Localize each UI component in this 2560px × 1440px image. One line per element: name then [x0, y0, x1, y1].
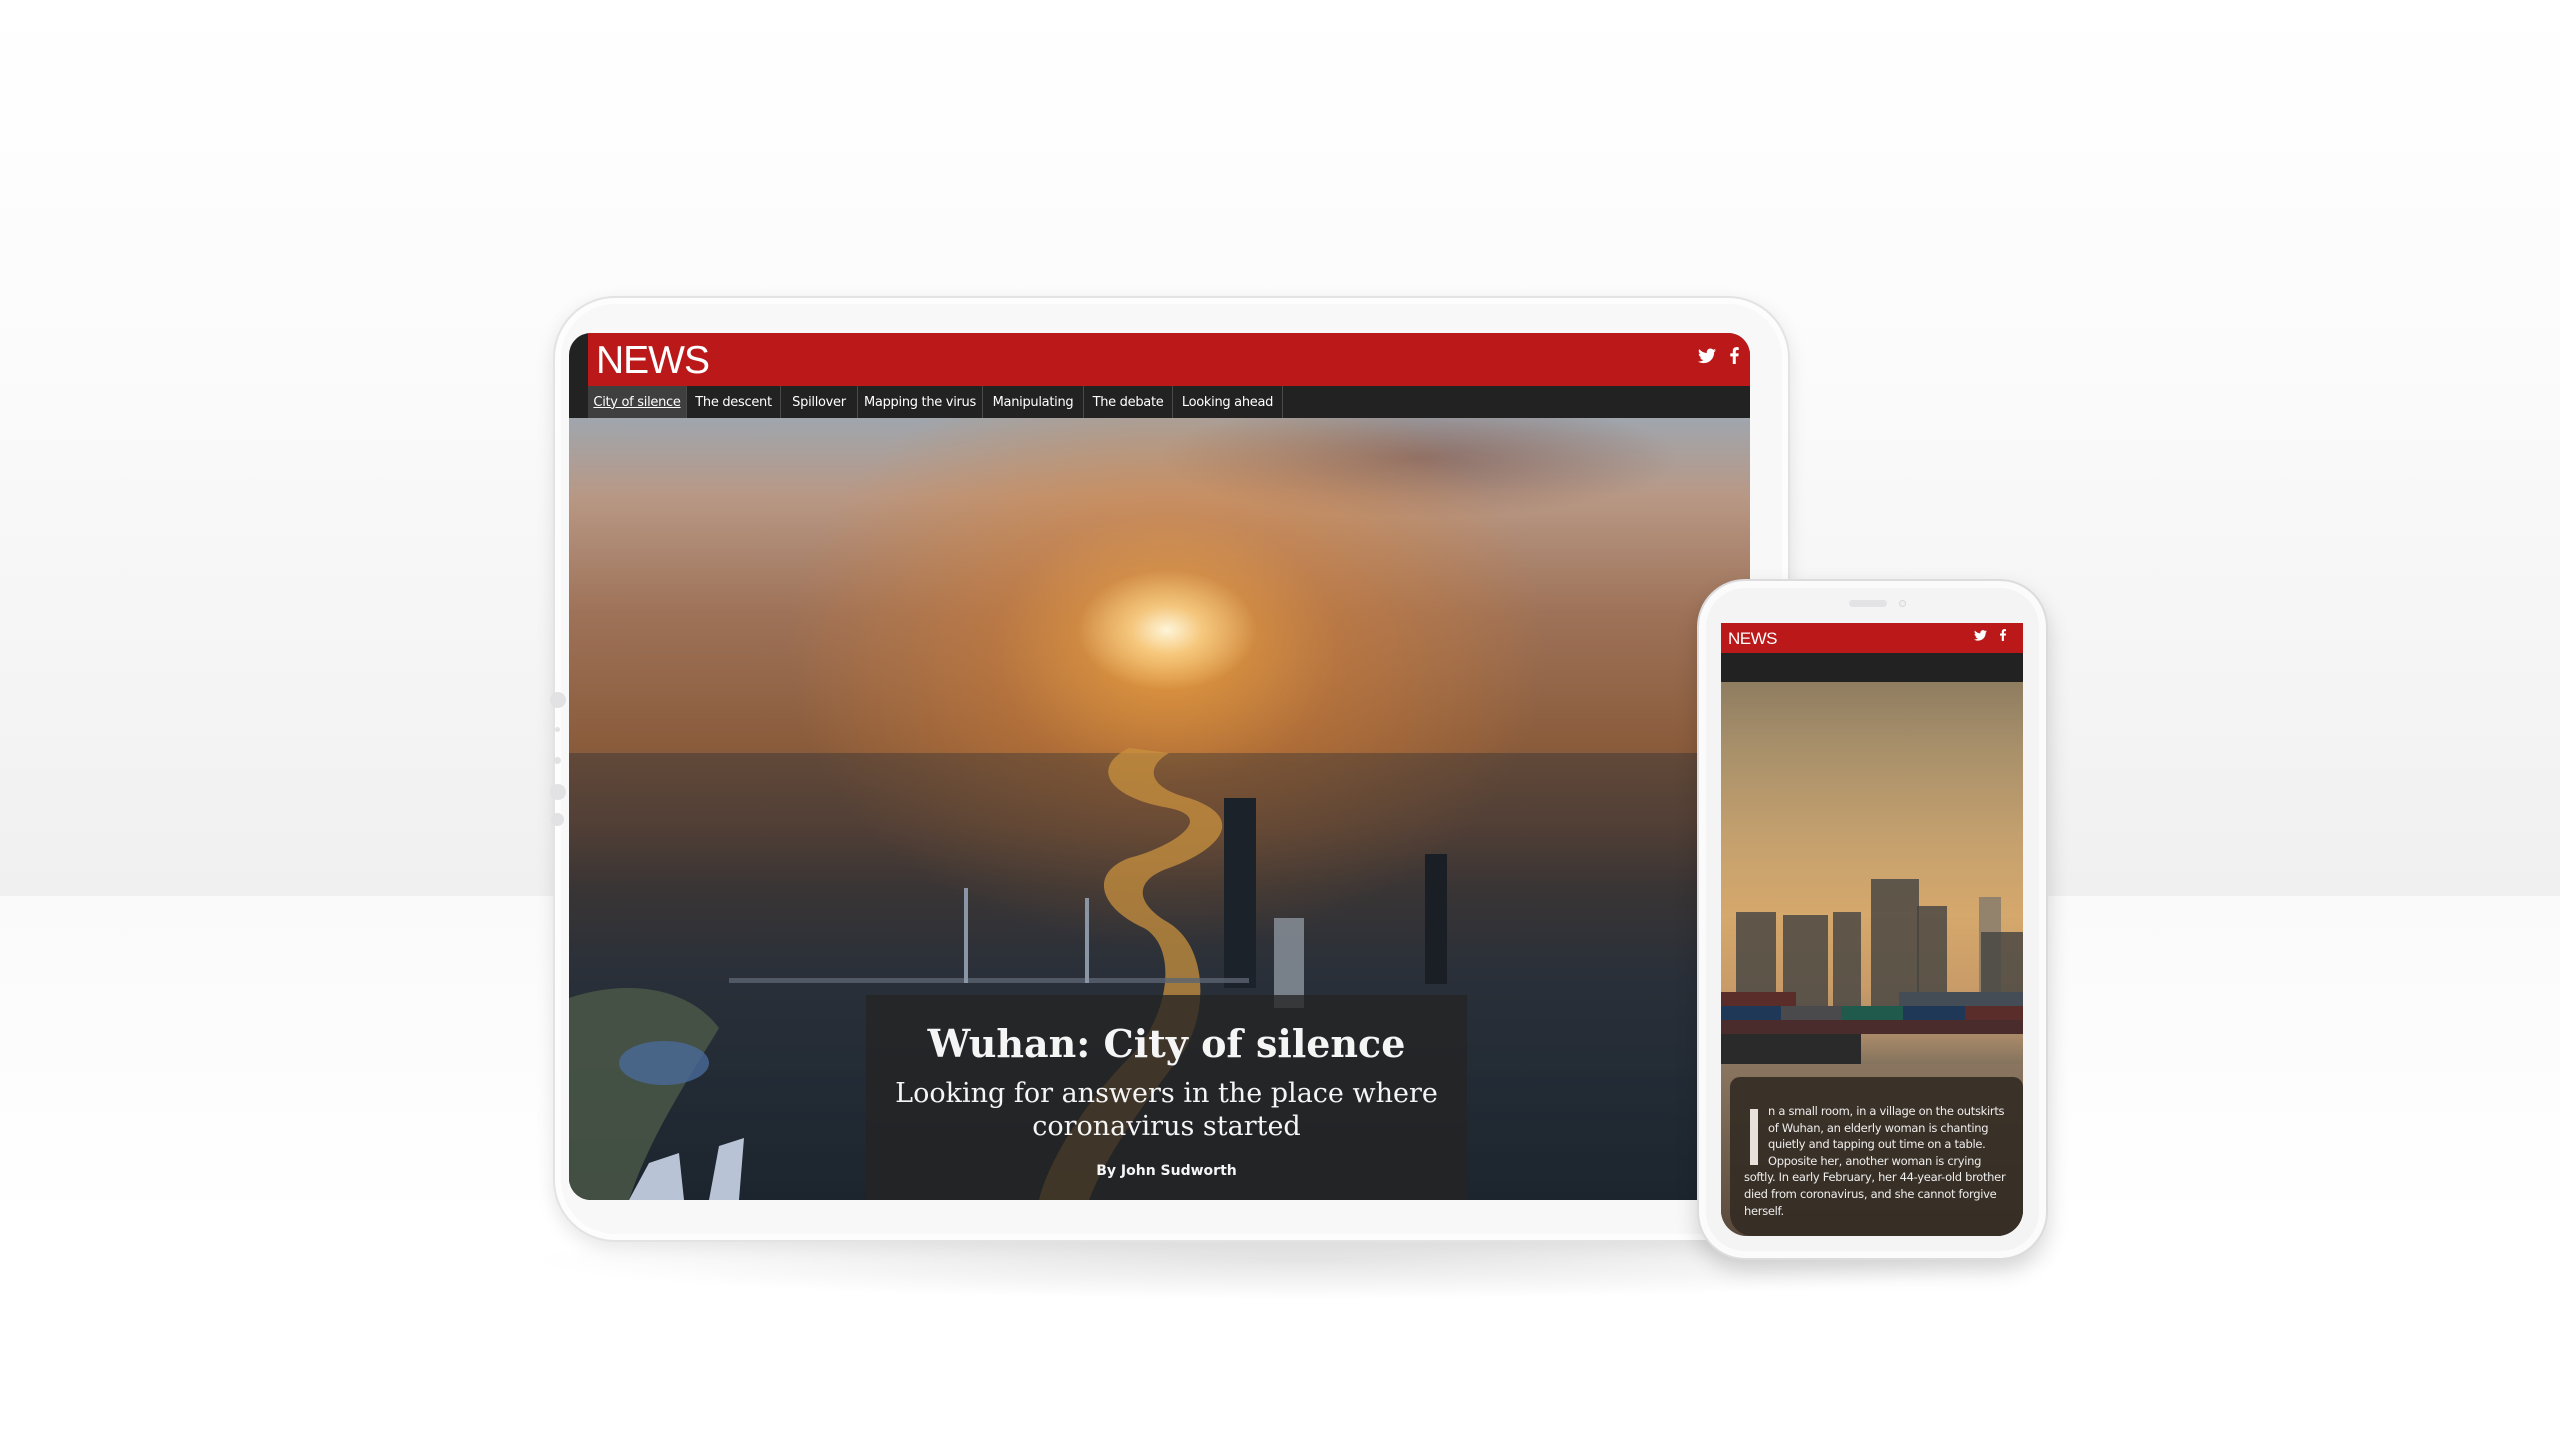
shipping-container: [1721, 1006, 1781, 1020]
stadium: [619, 1041, 709, 1085]
tab-spillover[interactable]: Spillover: [781, 386, 858, 418]
article-title-card: Wuhan: City of silence Looking for answe…: [866, 995, 1467, 1200]
riverbank: [569, 988, 719, 1200]
tablet-button: [551, 813, 564, 826]
intro-line: died from coronavirus, and she cannot fo…: [1744, 1186, 1997, 1201]
bridge-pylon: [964, 888, 968, 983]
tab-label: Manipulating: [992, 394, 1074, 410]
article-title: Wuhan: City of silence: [927, 1021, 1406, 1066]
facebook-icon[interactable]: [1730, 347, 1739, 370]
shipping-container: [1721, 1020, 2023, 1034]
tower: [1425, 854, 1447, 984]
building: [629, 1153, 684, 1200]
tab-label: The descent: [695, 394, 772, 410]
shipping-container: [1841, 1006, 1903, 1020]
tab-label: The debate: [1092, 394, 1164, 410]
bridge-pylon: [1085, 898, 1089, 983]
intro-line: softly. In early February, her 44-year-o…: [1744, 1170, 2006, 1185]
shipping-container: [1965, 1006, 2023, 1020]
tab-label: City of silence: [593, 394, 681, 410]
bridge: [729, 978, 1249, 983]
tab-mapping-the-virus[interactable]: Mapping the virus: [858, 386, 983, 418]
site-header: NEWS: [1721, 623, 2023, 653]
shipping-container: [1781, 1006, 1841, 1020]
tab-looking-ahead[interactable]: Looking ahead: [1173, 386, 1283, 418]
tablet-button: [550, 784, 566, 800]
intro-line: of Wuhan, an elderly woman is chanting: [1768, 1120, 1989, 1135]
intro-line: Opposite her, another woman is crying: [1768, 1153, 1982, 1168]
facebook-icon[interactable]: [2000, 629, 2006, 644]
news-logo[interactable]: NEWS: [1728, 629, 1778, 649]
intro-line: herself.: [1744, 1203, 1784, 1218]
tablet-button: [550, 692, 566, 708]
building: [709, 1138, 744, 1200]
article-subtitle: Looking for answers in the place where c…: [895, 1078, 1438, 1142]
tab-label: Spillover: [792, 394, 846, 410]
article-intro-card: n a small room, in a village on the outs…: [1730, 1077, 2023, 1236]
twitter-icon[interactable]: [1698, 347, 1716, 370]
tab-the-debate[interactable]: The debate: [1084, 386, 1173, 418]
tab-label: Mapping the virus: [864, 394, 976, 410]
tablet-screen: NEWS City of silence The descent Spillov…: [569, 333, 1750, 1200]
article-intro-text: n a small room, in a village on the outs…: [1744, 1103, 2012, 1219]
phone-camera: [1899, 600, 1906, 607]
shipping-container: [1899, 992, 2023, 1006]
building: [1833, 912, 1861, 1020]
intro-line: n a small room, in a village on the outs…: [1768, 1104, 2005, 1118]
phone-screen: NEWS n a small room, in a village on the…: [1721, 623, 2023, 1236]
tab-the-descent[interactable]: The descent: [687, 386, 781, 418]
twitter-icon[interactable]: [1974, 629, 1987, 644]
intro-line: quietly and tapping out time on a table.: [1768, 1137, 1986, 1152]
phone-speaker: [1849, 600, 1887, 607]
shipping-container: [1721, 992, 1796, 1006]
chapter-nav: City of silence The descent Spillover Ma…: [588, 386, 1750, 418]
tab-city-of-silence[interactable]: City of silence: [588, 386, 687, 418]
tablet-sensor: [555, 727, 560, 732]
chapter-nav-collapsed[interactable]: [1721, 653, 2023, 682]
ship: [1721, 1034, 1861, 1064]
article-byline: By John Sudworth: [1096, 1163, 1237, 1179]
tab-manipulating[interactable]: Manipulating: [983, 386, 1084, 418]
tablet-sensor: [554, 757, 561, 764]
news-logo[interactable]: NEWS: [596, 339, 710, 383]
shipping-container: [1903, 1006, 1965, 1020]
site-header: NEWS: [588, 333, 1750, 386]
tab-label: Looking ahead: [1181, 394, 1274, 410]
tower: [1224, 798, 1256, 988]
